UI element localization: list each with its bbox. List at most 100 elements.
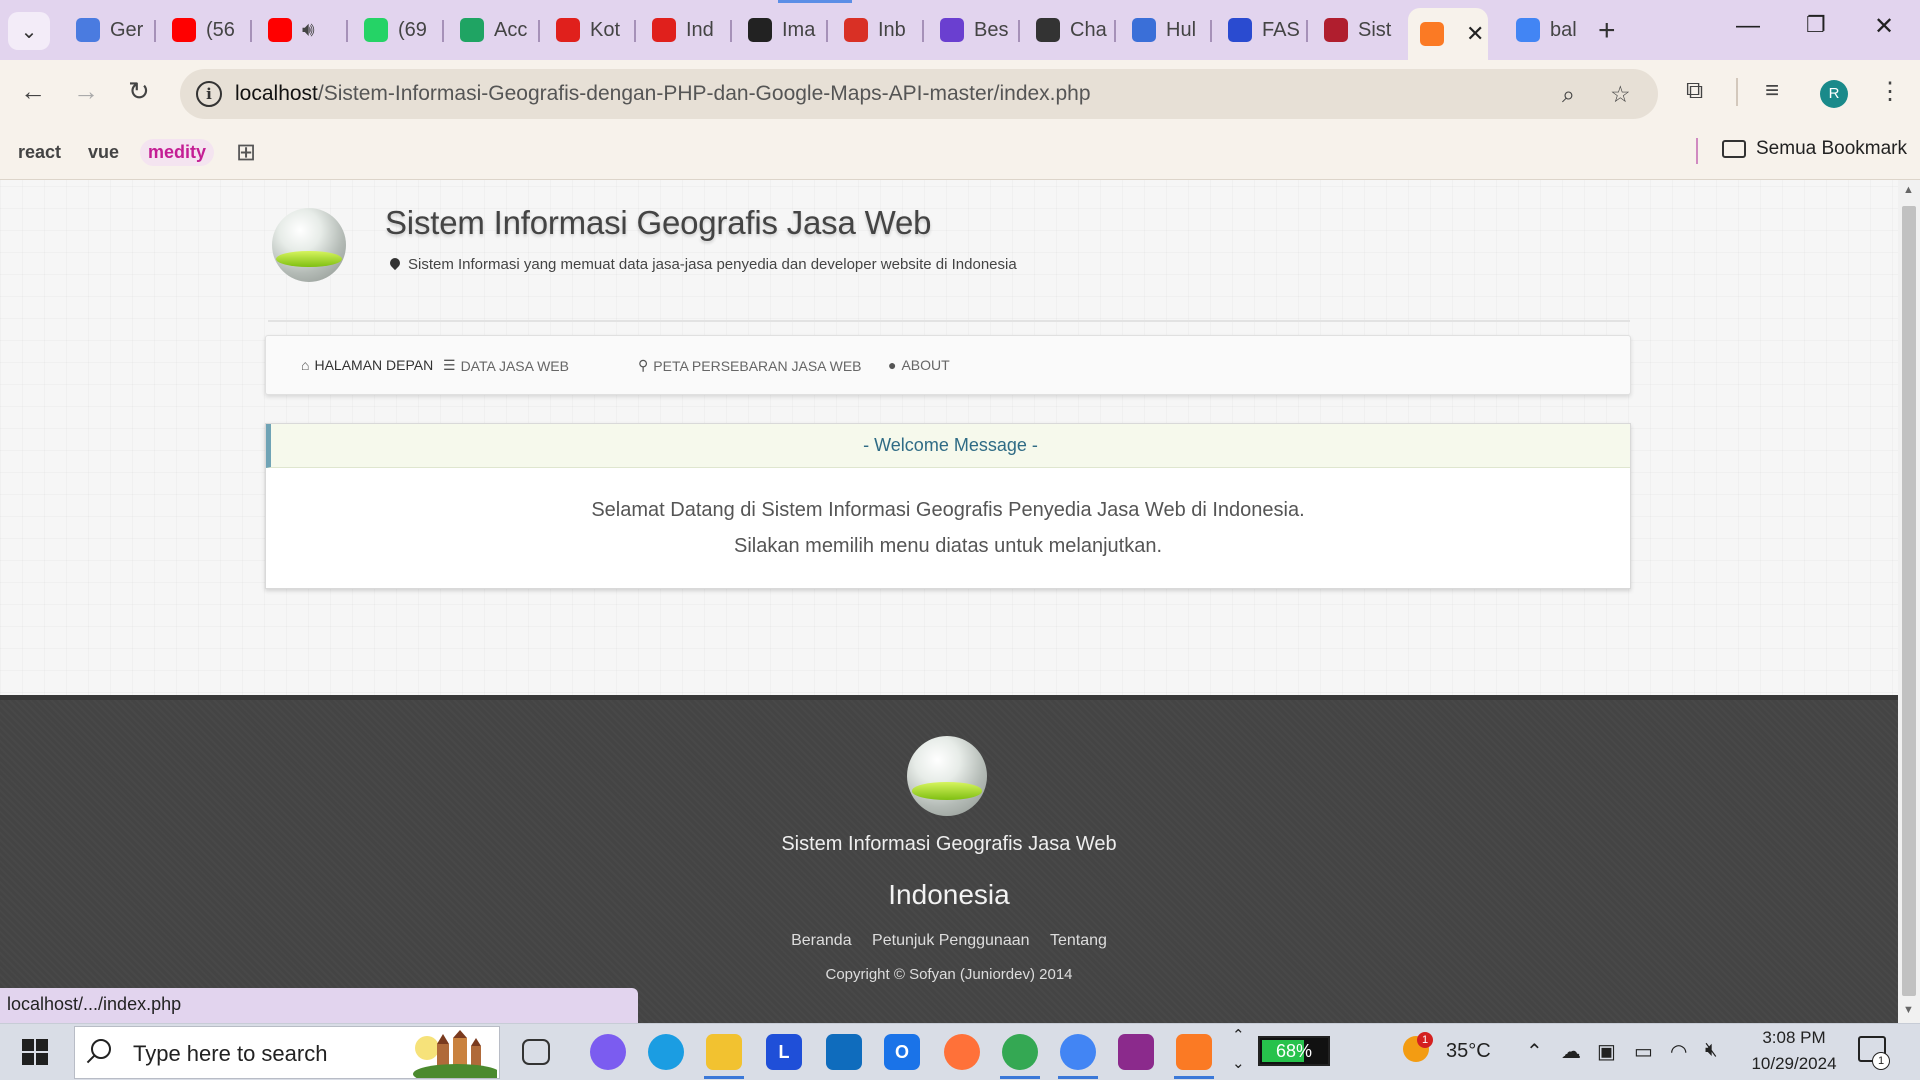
page-scrollbar[interactable]: ▲ ▼ [1898,180,1920,1023]
chrome-icon[interactable] [1002,1034,1038,1070]
clock-time[interactable]: 3:08 PM [1754,1028,1834,1048]
tab-title: Ger [110,18,144,41]
outlook-icon[interactable] [826,1034,862,1070]
gemini-icon [76,18,100,42]
weather-temperature[interactable]: 35°C [1446,1040,1491,1063]
browser-tab[interactable]: FAS [1216,11,1302,49]
nav-about[interactable]: ● ABOUT [888,357,950,373]
browser-tab[interactable]: Inb [832,11,918,49]
scroll-up-icon[interactable]: ▲ [1903,184,1914,196]
close-window-button[interactable]: ✕ [1874,12,1894,41]
winrar-icon[interactable] [1118,1034,1154,1070]
bookmark-medity[interactable]: medity [140,139,215,166]
battery-icon[interactable]: ▭ [1634,1039,1653,1064]
xampp-icon[interactable] [1176,1034,1212,1070]
running-app-indicator [1174,1076,1214,1079]
taskbar-scroll-up-icon[interactable]: ⌃ [1232,1026,1245,1044]
profile-avatar[interactable]: R [1820,80,1848,108]
nav-data-jasa-web[interactable]: ☰ DATA JASA WEB [443,357,569,374]
browser-tab[interactable]: ✕ [1408,8,1488,60]
chrome-profile-icon[interactable] [1060,1034,1096,1070]
site-footer: Sistem Informasi Geografis Jasa Web Indo… [0,695,1898,1023]
bookmark-react[interactable]: react [10,139,69,166]
tab-search-button[interactable]: ⌄ [8,12,50,50]
nav-peta-persebaran[interactable]: ⚲ PETA PERSEBARAN JASA WEB [638,357,862,374]
onedrive-icon[interactable]: ☁ [1561,1039,1581,1064]
tab-title: Inb [878,18,906,41]
windows-taskbar: Type here to search LO ⌃ ⌄ 68% 1 35°C ⌃ … [0,1023,1920,1080]
welcome-panel-title: - Welcome Message - [863,435,1038,455]
bookmark-vue[interactable]: vue [80,139,127,166]
taskbar-search[interactable]: Type here to search [74,1026,500,1079]
lens-app-icon[interactable]: L [766,1034,802,1070]
browser-tab[interactable]: Cha [1024,11,1110,49]
forward-button[interactable]: → [73,76,99,107]
scrollbar-thumb[interactable] [1902,206,1916,996]
youtube-icon [268,18,292,42]
browser-tab[interactable]: (69 [352,11,438,49]
browser-tab[interactable]: Bes [928,11,1014,49]
nav-halaman-depan[interactable]: ⌂ HALAMAN DEPAN [301,357,433,373]
browser-tab[interactable]: Ger [64,11,150,49]
start-button[interactable] [22,1039,48,1065]
edge-icon[interactable] [648,1034,684,1070]
restore-button[interactable]: ❐ [1806,12,1826,38]
search-placeholder: Type here to search [133,1041,328,1066]
reload-button[interactable]: ↻ [128,76,150,107]
browser-tab[interactable]: bal [1504,11,1590,49]
extensions-icon[interactable]: ⧉ [1686,77,1703,105]
copilot-icon[interactable] [590,1034,626,1070]
back-button[interactable]: ← [20,76,46,107]
bookmark-star-icon[interactable]: ☆ [1610,81,1631,108]
browser-tab[interactable]: Kot [544,11,630,49]
new-tab-button[interactable]: + [1598,14,1616,48]
browser-tab[interactable]: (56 [160,11,246,49]
chevron-down-icon: ⌄ [20,20,38,43]
browser-tab[interactable]: Hul [1120,11,1206,49]
tab-title: Ima [782,18,816,41]
welcome-panel: - Welcome Message - Selamat Datang di Si… [265,423,1631,589]
browser-tab[interactable]: Ima [736,11,822,49]
zoom-icon[interactable]: ⌕ [1562,81,1575,108]
tab-title: Kot [590,18,621,41]
running-app-indicator [704,1076,744,1079]
battery-widget[interactable]: 68% [1258,1036,1330,1066]
nav-label: DATA JASA WEB [460,357,569,374]
tab-title: Hul [1166,18,1197,41]
clock-date[interactable]: 10/29/2024 [1738,1054,1850,1074]
display-icon[interactable]: ▣ [1597,1039,1616,1064]
firefox-icon[interactable] [944,1034,980,1070]
media-controls-icon[interactable]: ≡ [1765,77,1779,105]
footer-link-beranda[interactable]: Beranda [791,932,852,949]
address-bar[interactable]: i localhost/Sistem-Informasi-Geografis-d… [180,69,1658,119]
file-explorer-icon[interactable] [706,1034,742,1070]
map-marker-icon: ⚲ [638,357,649,373]
footer-link-petunjuk[interactable]: Petunjuk Penggunaan [872,932,1029,949]
footer-link-tentang[interactable]: Tentang [1050,932,1107,949]
folder-icon [1722,140,1746,158]
apps-grid-icon[interactable]: ⊞ [236,138,256,167]
all-bookmarks-folder[interactable]: Semua Bookmark [1722,138,1907,160]
taskbar-scroll-down-icon[interactable]: ⌄ [1232,1054,1245,1072]
minimize-button[interactable]: — [1736,12,1760,40]
browser-tab[interactable]: Acc [448,11,534,49]
volume-muted-icon[interactable]: 🔇︎ [1705,1039,1718,1062]
show-hidden-icons-icon[interactable]: ⌃ [1526,1039,1543,1064]
youtube-icon [172,18,196,42]
browser-tab[interactable]: Ind [640,11,726,49]
blue-square-app-icon[interactable]: O [884,1034,920,1070]
tab-title: (56 [206,18,235,41]
close-tab-icon[interactable]: ✕ [1466,21,1484,47]
menu-icon[interactable]: ⋮ [1878,77,1902,106]
running-app-indicator [1058,1076,1098,1079]
address-url[interactable]: localhost/Sistem-Informasi-Geografis-den… [235,82,1091,106]
wifi-icon[interactable]: ◠ [1670,1039,1687,1064]
map-marker-icon [390,258,400,272]
site-info-icon[interactable]: i [196,81,222,107]
browser-tab[interactable]: Sist [1312,11,1398,49]
welcome-panel-header: - Welcome Message - [266,424,1630,468]
browser-tab[interactable]: 🔊︎ [256,11,342,49]
task-view-icon[interactable] [522,1039,550,1065]
speaker-icon[interactable]: 🔊︎ [302,19,315,42]
scroll-down-icon[interactable]: ▼ [1903,1004,1914,1016]
